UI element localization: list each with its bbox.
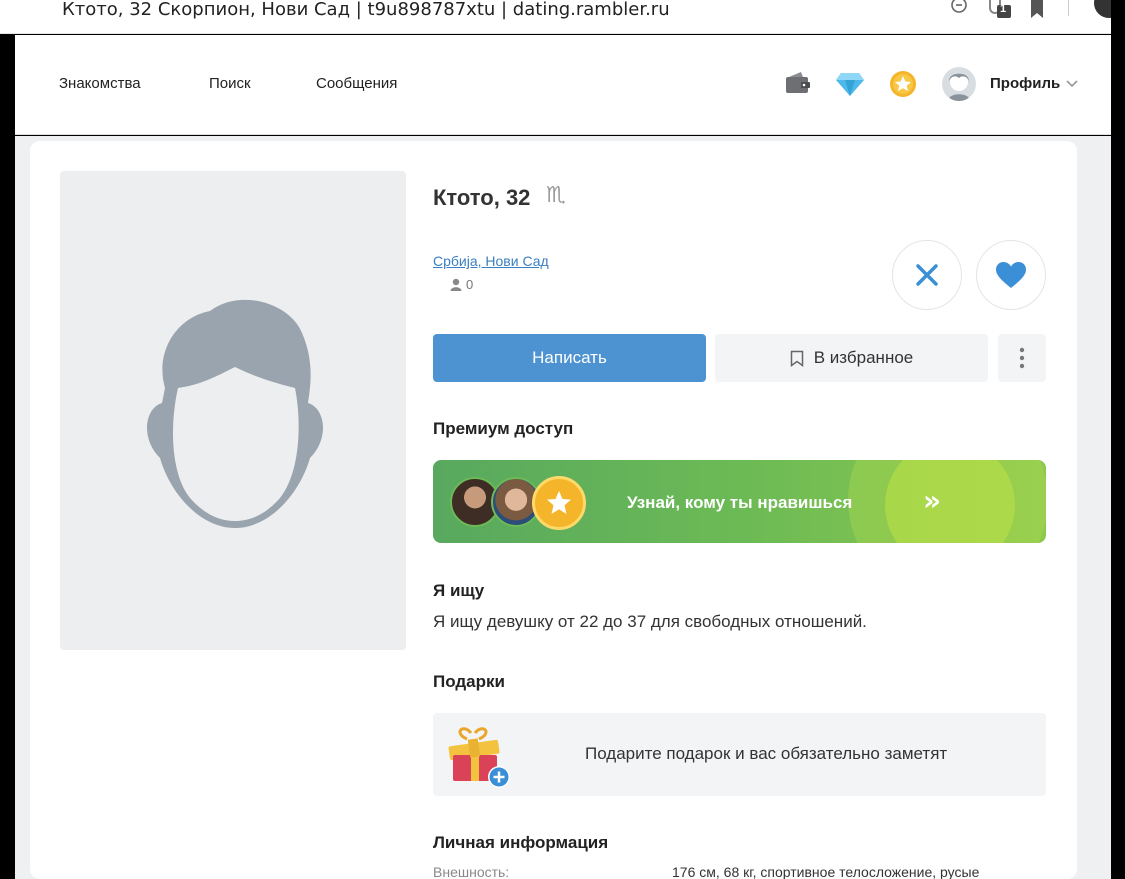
- profile-avatar[interactable]: [942, 67, 976, 101]
- like-button[interactable]: [976, 240, 1046, 310]
- profile-name-age: Ктото, 32: [433, 185, 531, 210]
- appearance-value: 176 см, 68 кг, спортивное телосложение, …: [672, 864, 980, 879]
- gifts-section-title: Подарки: [433, 672, 505, 691]
- toolbar-divider: [1068, 0, 1069, 16]
- zodiac-icon: ♏: [546, 183, 566, 208]
- zoom-icon[interactable]: [950, 0, 968, 18]
- site-header: Знакомства Поиск Сообщения Профиль: [15, 35, 1111, 135]
- person-icon: [450, 278, 462, 291]
- premium-star-icon: [532, 476, 586, 530]
- diamond-icon[interactable]: [835, 71, 865, 97]
- send-gift-box[interactable]: Подарите подарок и вас обязательно замет…: [433, 713, 1046, 796]
- personal-info-title: Личная информация: [433, 833, 609, 852]
- nav-messages[interactable]: Сообщения: [316, 75, 397, 93]
- chevron-down-icon[interactable]: [1065, 79, 1079, 89]
- wallet-icon[interactable]: [785, 71, 811, 95]
- nav-dating[interactable]: Знакомства: [59, 75, 141, 93]
- send-gift-text: Подарите подарок и вас обязательно замет…: [585, 744, 948, 763]
- more-vertical-icon: [1019, 347, 1025, 369]
- premium-section-title: Премиум доступ: [433, 419, 574, 438]
- gift-icon: [448, 727, 510, 788]
- add-favorite-button[interactable]: В избранное: [715, 334, 988, 382]
- bookmark-icon[interactable]: [1029, 0, 1045, 18]
- add-favorite-label: В избранное: [813, 348, 914, 367]
- dislike-button[interactable]: [892, 240, 962, 310]
- browser-title-bar: Ктото, 32 Скорпион, Нови Сад | t9u898787…: [0, 0, 1124, 34]
- profile-location[interactable]: Србија, Нови Сад: [433, 253, 549, 269]
- seeking-text: Я ищу девушку от 22 до 37 для свободных …: [433, 612, 867, 631]
- avatar-placeholder-icon: [147, 299, 323, 528]
- write-message-button[interactable]: Написать: [433, 334, 706, 382]
- extension-badge: 1: [1000, 3, 1007, 15]
- star-icon[interactable]: [889, 70, 917, 98]
- profile-photo[interactable]: [60, 171, 406, 650]
- profile-menu-label[interactable]: Профиль: [990, 75, 1060, 92]
- appearance-label: Внешность:: [433, 864, 510, 879]
- heart-icon: [996, 262, 1026, 288]
- premium-banner-text: Узнай, кому ты нравишься: [627, 493, 853, 512]
- nav-search[interactable]: Поиск: [209, 75, 251, 93]
- bookmark-outline-icon: [790, 350, 803, 367]
- screen-edge: [1111, 0, 1125, 879]
- premium-banner[interactable]: Узнай, кому ты нравишься »: [433, 460, 1046, 543]
- profile-visits: 0: [450, 277, 473, 292]
- double-chevron-right-icon: »: [923, 484, 942, 517]
- seeking-section-title: Я ищу: [433, 581, 485, 600]
- visits-count: 0: [466, 277, 474, 292]
- close-icon: [916, 264, 938, 286]
- page-title: Ктото, 32 Скорпион, Нови Сад | t9u898787…: [62, 0, 670, 20]
- banner-glow-inner: [885, 460, 1015, 543]
- more-options-button[interactable]: [998, 334, 1046, 382]
